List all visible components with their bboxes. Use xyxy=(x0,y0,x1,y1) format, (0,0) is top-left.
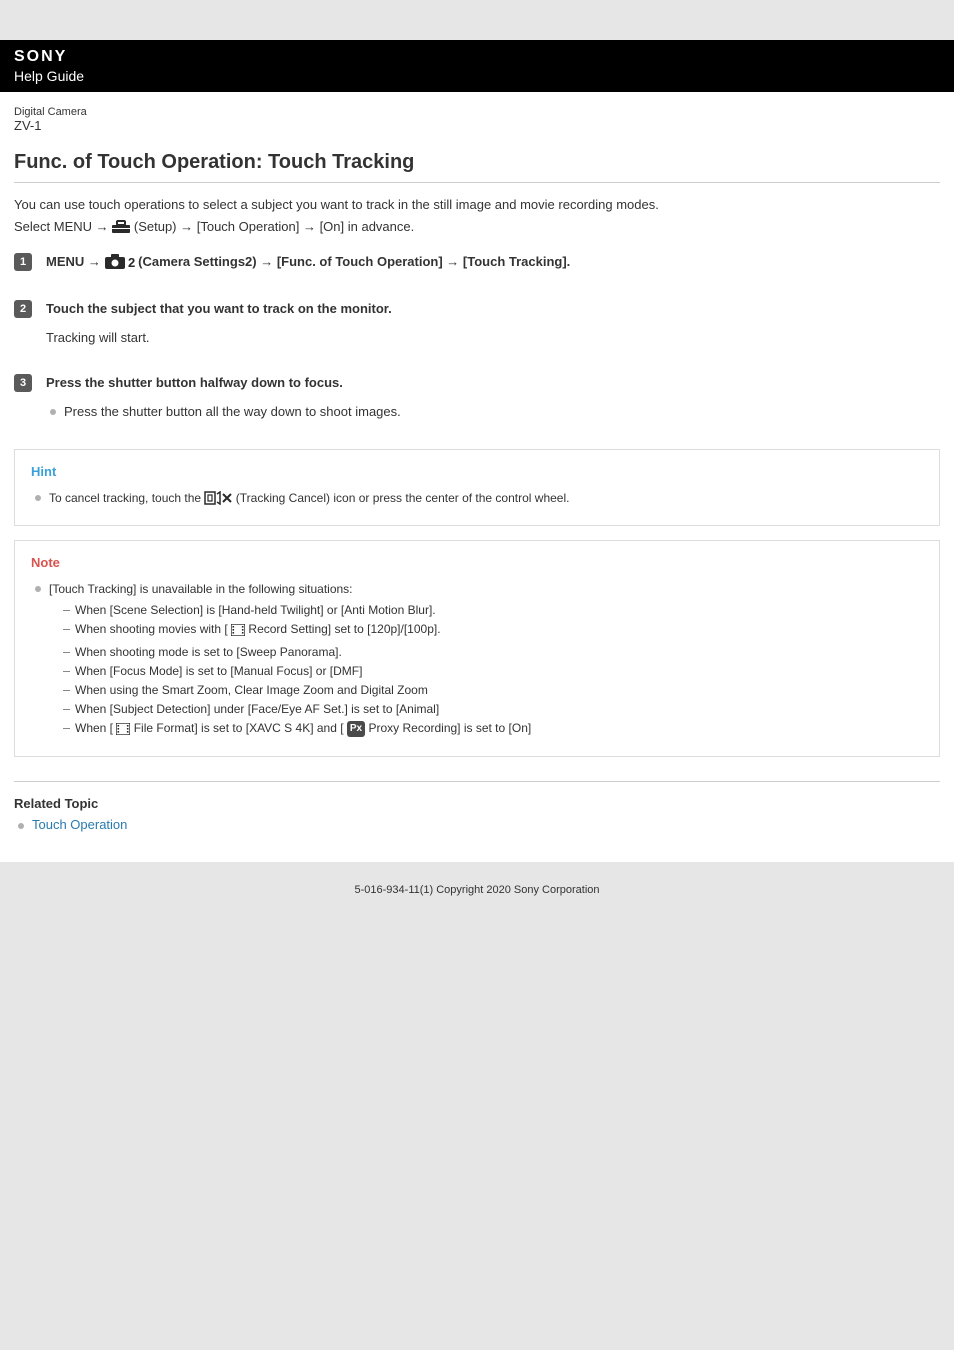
intro-line-1: You can use touch operations to select a… xyxy=(14,195,940,215)
note-item-pre: When shooting movies with [ xyxy=(75,622,231,636)
note-item: When [ File Format] is set to [XAVC S 4K… xyxy=(63,719,923,741)
step-number-badge: 1 xyxy=(14,253,32,271)
content-area: Digital Camera ZV-1 Func. of Touch Opera… xyxy=(0,92,954,862)
intro-text: You can use touch operations to select a… xyxy=(14,195,940,239)
brand-logo: SONY xyxy=(14,48,940,66)
movie-icon xyxy=(116,722,130,741)
intro-line-2: Select MENU → (Setup) → [Touch Operation… xyxy=(14,217,940,240)
page-title: Func. of Touch Operation: Touch Tracking xyxy=(14,151,940,174)
step-2: 2 Touch the subject that you want to tra… xyxy=(14,300,940,348)
note-item-mid: Record Setting] set to [120p]/[100p]. xyxy=(248,622,440,636)
step-1-post: (Camera Settings2) → [Func. of Touch Ope… xyxy=(138,254,570,269)
model-name: ZV-1 xyxy=(14,118,940,133)
note-item: When [Scene Selection] is [Hand-held Twi… xyxy=(63,601,923,620)
note-item: When [Subject Detection] under [Face/Eye… xyxy=(63,700,923,719)
step-1: 1 MENU → 2 (Camera Settings2) → [Func. o… xyxy=(14,253,940,274)
note-list: [Touch Tracking] is unavailable in the f… xyxy=(31,580,923,742)
step-3: 3 Press the shutter button halfway down … xyxy=(14,374,940,423)
toolbox-icon xyxy=(112,220,130,240)
step-number-badge: 3 xyxy=(14,374,32,392)
note-item: When shooting movies with [ Record Setti… xyxy=(63,620,923,642)
step-2-title: Touch the subject that you want to track… xyxy=(46,300,940,318)
step-3-bullet: Press the shutter button all the way dow… xyxy=(50,402,940,423)
tracking-cancel-icon xyxy=(204,491,232,511)
product-line: Digital Camera xyxy=(14,106,940,118)
steps-list: 1 MENU → 2 (Camera Settings2) → [Func. o… xyxy=(14,253,940,423)
note-item: When shooting mode is set to [Sweep Pano… xyxy=(63,643,923,662)
hint-box: Hint To cancel tracking, touch the (Trac… xyxy=(14,449,940,526)
related-topic-label: Related Topic xyxy=(14,796,940,811)
note-item-pre: When [ xyxy=(75,721,116,735)
guide-label: Help Guide xyxy=(14,68,940,84)
hint-pre: To cancel tracking, touch the xyxy=(49,491,204,505)
page-container: SONY Help Guide Digital Camera ZV-1 Func… xyxy=(0,40,954,862)
separator xyxy=(14,781,940,782)
step-number-badge: 2 xyxy=(14,300,32,318)
note-item-post: Proxy Recording] is set to [On] xyxy=(368,721,531,735)
step-3-bullets: Press the shutter button all the way dow… xyxy=(46,402,940,423)
hint-post: (Tracking Cancel) icon or press the cent… xyxy=(236,491,570,505)
note-item-mid: File Format] is set to [XAVC S 4K] and [ xyxy=(134,721,347,735)
related-link-touch-operation[interactable]: Touch Operation xyxy=(32,817,127,832)
related-list: Touch Operation xyxy=(14,817,940,832)
step-3-title: Press the shutter button halfway down to… xyxy=(46,374,940,392)
hint-list: To cancel tracking, touch the (Tracking … xyxy=(31,489,923,511)
movie-icon xyxy=(231,623,245,642)
note-sub-list: When [Scene Selection] is [Hand-held Twi… xyxy=(49,601,923,741)
camera-settings-2-icon: 2 xyxy=(105,253,135,274)
svg-text:2: 2 xyxy=(128,255,135,269)
page-outer: SONY Help Guide Digital Camera ZV-1 Func… xyxy=(0,0,954,936)
note-lead-text: [Touch Tracking] is unavailable in the f… xyxy=(49,582,353,596)
intro-pre: Select MENU → xyxy=(14,219,112,234)
header-bar: SONY Help Guide xyxy=(0,40,954,92)
px-icon: Px xyxy=(347,721,365,737)
note-item: When using the Smart Zoom, Clear Image Z… xyxy=(63,681,923,700)
title-rule xyxy=(14,182,940,183)
note-item: When [Focus Mode] is set to [Manual Focu… xyxy=(63,662,923,681)
hint-item: To cancel tracking, touch the (Tracking … xyxy=(35,489,923,511)
hint-label: Hint xyxy=(31,464,923,479)
step-2-body: Tracking will start. xyxy=(46,328,940,348)
note-label: Note xyxy=(31,555,923,570)
note-lead: [Touch Tracking] is unavailable in the f… xyxy=(35,580,923,742)
footer-copyright: 5-016-934-11(1) Copyright 2020 Sony Corp… xyxy=(0,862,954,936)
step-1-pre: MENU → xyxy=(46,254,105,269)
intro-post: (Setup) → [Touch Operation] → [On] in ad… xyxy=(134,219,414,234)
note-box: Note [Touch Tracking] is unavailable in … xyxy=(14,540,940,757)
related-item: Touch Operation xyxy=(18,817,940,832)
step-1-title: MENU → 2 (Camera Settings2) → [Func. of … xyxy=(46,253,940,274)
